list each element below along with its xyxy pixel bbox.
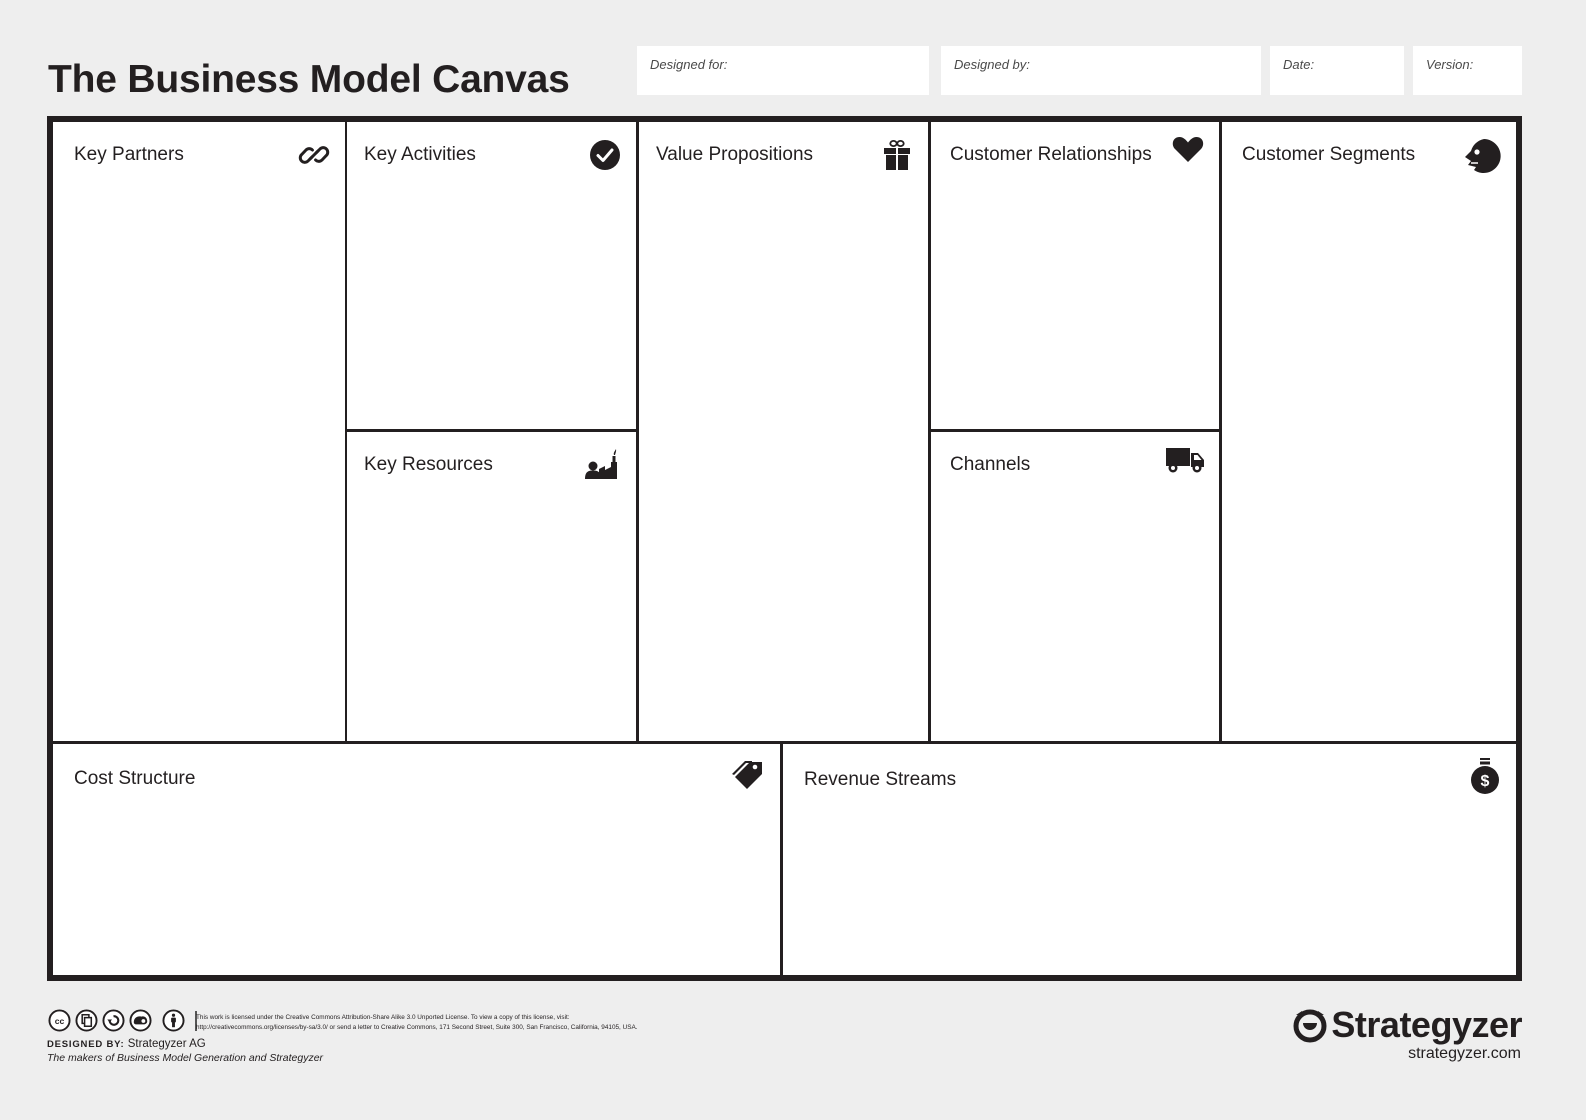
designed-by-field[interactable]: Designed by:	[941, 46, 1261, 95]
block-customer-relationships[interactable]: Customer Relationships	[931, 122, 1219, 429]
block-label: Value Propositions	[656, 144, 814, 165]
designed-by-label: DESIGNED BY:	[47, 1039, 125, 1050]
gift-icon	[880, 138, 914, 172]
designed-by-label: Designed by:	[954, 57, 1030, 72]
designed-by: DESIGNED BY: Strategyzer AG	[47, 1038, 206, 1050]
block-value-propositions[interactable]: Value Propositions	[639, 122, 928, 741]
designed-for-field[interactable]: Designed for:	[637, 46, 929, 95]
block-key-activities[interactable]: Key Activities	[347, 122, 636, 429]
svg-text:$: $	[1481, 773, 1490, 790]
business-model-canvas: Key Partners Key Activities Key Resource…	[47, 116, 1522, 981]
block-label: Key Partners	[74, 144, 184, 165]
face-icon	[1462, 136, 1502, 176]
svg-text:cc: cc	[55, 1016, 65, 1026]
brand-url[interactable]: strategyzer.com	[1408, 1045, 1521, 1063]
license-line-1: This work is licensed under the Creative…	[196, 1014, 570, 1021]
block-cost-structure[interactable]: Cost Structure	[53, 744, 780, 975]
truck-icon	[1165, 442, 1205, 476]
date-field[interactable]: Date:	[1270, 46, 1404, 95]
page-title: The Business Model Canvas	[48, 58, 570, 101]
strategyzer-logo-icon	[1293, 1009, 1327, 1043]
share-alike-icon	[102, 1009, 125, 1032]
block-label: Channels	[950, 454, 1031, 475]
noncommercial-copy-icon	[75, 1009, 98, 1032]
block-label: Customer Relationships	[950, 144, 1152, 165]
version-label: Version:	[1426, 57, 1474, 72]
attribution-icon	[162, 1009, 185, 1032]
money-bag-icon: $	[1468, 756, 1502, 796]
block-label: Key Activities	[364, 144, 476, 165]
designed-by-value: Strategyzer AG	[127, 1038, 206, 1050]
tagline: The makers of Business Model Generation …	[47, 1052, 324, 1064]
heart-icon	[1171, 132, 1205, 166]
brand-name: Strategyzer	[1331, 1004, 1522, 1045]
block-customer-segments[interactable]: Customer Segments	[1222, 122, 1516, 741]
factory-icon	[584, 444, 622, 482]
date-label: Date:	[1283, 57, 1315, 72]
block-label: Revenue Streams	[804, 769, 957, 790]
remix-icon	[129, 1009, 152, 1032]
license-text: This work is licensed under the Creative…	[196, 1013, 638, 1033]
price-tag-icon	[730, 756, 766, 792]
designed-for-label: Designed for:	[650, 57, 728, 72]
strategyzer-logo: Strategyzer	[1292, 1004, 1522, 1046]
block-label: Customer Segments	[1242, 144, 1416, 165]
cc-icon: cc	[48, 1009, 71, 1032]
block-channels[interactable]: Channels	[931, 432, 1219, 741]
license-icons: cc	[48, 1009, 201, 1032]
version-field[interactable]: Version:	[1413, 46, 1522, 95]
link-icon	[297, 138, 331, 172]
checkmark-icon	[588, 138, 622, 172]
block-label: Cost Structure	[74, 768, 196, 789]
block-key-partners[interactable]: Key Partners	[53, 122, 345, 741]
license-line-2: http://creativecommons.org/licenses/by-s…	[196, 1024, 638, 1031]
block-revenue-streams[interactable]: Revenue Streams $	[783, 744, 1516, 975]
block-label: Key Resources	[364, 454, 493, 475]
block-key-resources[interactable]: Key Resources	[347, 432, 636, 741]
